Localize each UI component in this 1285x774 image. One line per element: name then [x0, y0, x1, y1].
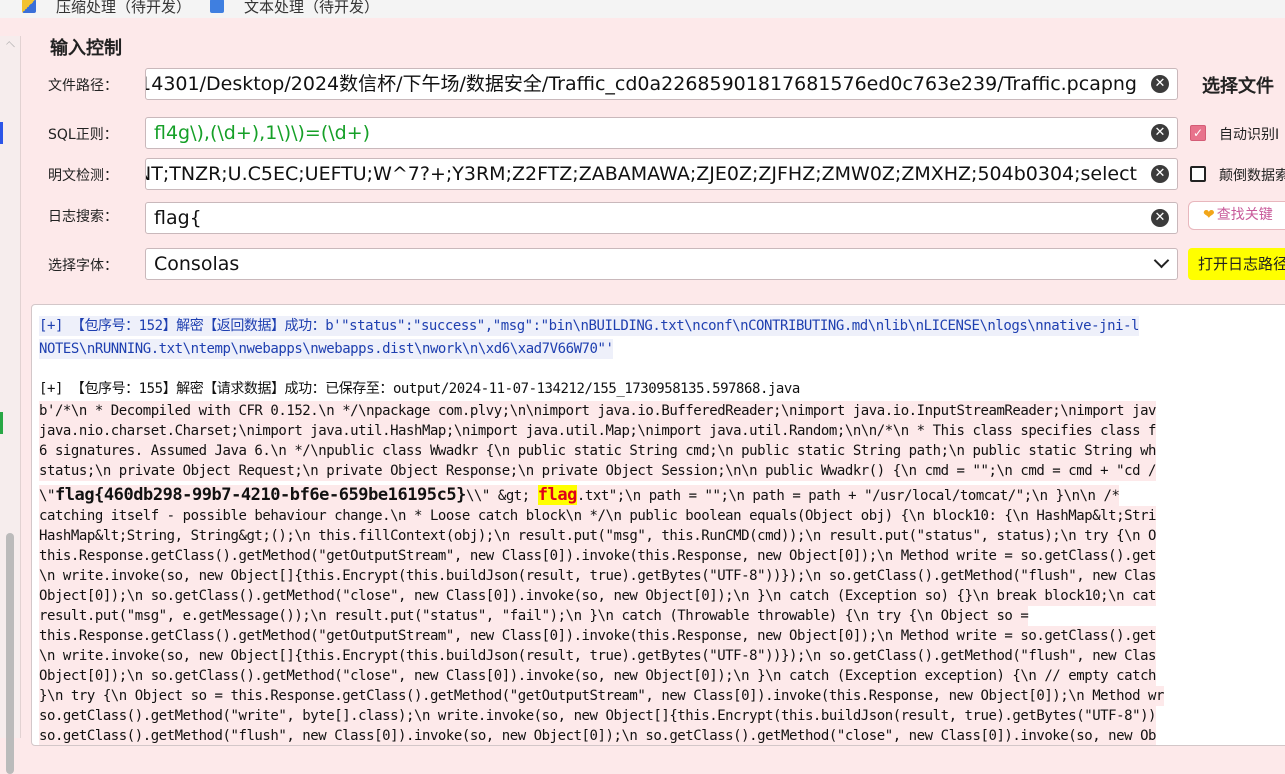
log-line-text: \" [39, 488, 55, 504]
log-line: this.Response.getClass().getMethod("getO… [39, 546, 1156, 566]
auto-identify-checkbox[interactable]: ✓ [1190, 125, 1206, 141]
tab-compress-label: 压缩处理（待开发） [56, 0, 192, 16]
log-line: }\n try {\n Object so = this.Response.ge… [39, 686, 1164, 706]
search-highlight: flag [537, 485, 577, 505]
log-line-text: this.Response.getClass().getMethod("getO… [39, 548, 1157, 564]
log-line: Object[0]);\n so.getClass().getMethod("c… [39, 666, 1156, 686]
log-line: catching itself - possible behaviour cha… [39, 506, 1156, 526]
clear-icon[interactable]: ✕ [1151, 165, 1169, 183]
log-line: result.put("msg", e.getMessage());\n res… [39, 606, 1029, 626]
scroll-up-icon[interactable] [6, 41, 15, 50]
marker-blue [0, 122, 3, 144]
left-scrollbar[interactable] [0, 36, 21, 774]
log-line-text: java.nio.charset.Charset;\nimport java.u… [39, 423, 1157, 439]
file-path-input[interactable]: sers/14301/Desktop/2024数信杯/下午场/数据安全/Traf… [145, 68, 1178, 100]
font-select[interactable]: Consolas [145, 248, 1178, 280]
log-line-text: [+] 【包序号：155】解密【请求数据】成功：已保存至：output/2024… [39, 381, 800, 397]
heart-icon: ❤ [1203, 207, 1215, 223]
log-line-text: \n write.invoke(so, new Object[]{this.En… [39, 568, 1157, 584]
log-line-text: .txt";\n path = "";\n path = path + "/us… [576, 488, 1120, 504]
log-line: Object[0]);\n so.getClass().getMethod("c… [39, 586, 1156, 606]
log-line-text: [+] 【包序号：152】解密【返回数据】成功：b'"status":"succ… [39, 318, 1140, 334]
log-line: this.Response.getClass().getMethod("getO… [39, 626, 1156, 646]
document-icon [210, 0, 224, 13]
reverse-data-label: 颠倒数据索 [1219, 168, 1285, 184]
log-line-text: \n write.invoke(so, new Object[]{this.En… [39, 648, 1157, 664]
clear-icon[interactable]: ✕ [1151, 209, 1169, 227]
log-line: so.getClass().getMethod("flush", new Cla… [39, 726, 1157, 745]
log-line-text: HashMap&lt;String, String&gt;();\n this.… [39, 528, 1157, 544]
find-keyword-button[interactable]: ❤ 查找关键 [1188, 201, 1285, 230]
plain-detect-label: 明文检测： [48, 168, 118, 184]
log-line: NOTES\nRUNNING.txt\ntemp\nwebapps\nwebap… [39, 339, 614, 359]
sql-regex-label: SQL正则： [48, 127, 118, 143]
tab-text[interactable]: 文本处理（待开发） [210, 0, 379, 18]
log-line-text: status;\n private Object Request;\n priv… [39, 463, 1157, 479]
log-search-label: 日志搜索： [48, 209, 118, 225]
log-line-text: catching itself - possible behaviour cha… [39, 508, 1157, 524]
log-line: 6 signatures. Assumed Java 6.\n */\npubl… [39, 441, 1156, 461]
log-search-input[interactable]: flag{ ✕ [145, 202, 1178, 234]
open-log-path-button[interactable]: 打开日志路径 [1188, 248, 1285, 280]
chevron-down-icon [1153, 252, 1170, 269]
reverse-data-checkbox[interactable] [1190, 166, 1206, 182]
font-select-value: Consolas [154, 253, 240, 275]
log-line-text: result.put("msg", e.getMessage());\n res… [39, 608, 1029, 624]
log-line-text: \\" &gt; [465, 488, 538, 504]
log-line: \n write.invoke(so, new Object[]{this.En… [39, 646, 1156, 666]
log-line-text: so.getClass().getMethod("flush", new Cla… [39, 728, 1157, 744]
font-select-label: 选择字体： [48, 258, 118, 274]
log-line-text: 6 signatures. Assumed Java 6.\n */\npubl… [39, 443, 1157, 459]
tab-text-label: 文本处理（待开发） [244, 0, 380, 16]
log-line: [+] 【包序号：152】解密【返回数据】成功：b'"status":"succ… [39, 316, 1139, 336]
clear-icon[interactable]: ✕ [1151, 124, 1169, 142]
plain-detect-input[interactable]: /NT;TNZR;U.C5EC;UEFTU;W^7?+;Y3RM;Z2FTZ;Z… [145, 158, 1178, 190]
clear-icon[interactable]: ✕ [1151, 75, 1169, 93]
log-line-text: Object[0]);\n so.getClass().getMethod("c… [39, 588, 1157, 604]
auto-identify-label: 自动识别I [1219, 127, 1280, 143]
tab-bar: 压缩处理（待开发） 文本处理（待开发） [0, 0, 1285, 18]
section-title: 输入控制 [50, 38, 122, 59]
log-line-text: so.getClass().getMethod("write", byte[].… [39, 708, 1157, 724]
file-path-value: sers/14301/Desktop/2024数信杯/下午场/数据安全/Traf… [145, 73, 1137, 95]
plain-detect-value: /NT;TNZR;U.C5EC;UEFTU;W^7?+;Y3RM;Z2FTZ;Z… [145, 163, 1137, 185]
log-line: [+] 【包序号：155】解密【请求数据】成功：已保存至：output/2024… [39, 379, 800, 399]
choose-file-button[interactable]: 选择文件 [1202, 72, 1274, 98]
log-line-text: this.Response.getClass().getMethod("getO… [39, 628, 1157, 644]
log-line: \n write.invoke(so, new Object[]{this.En… [39, 566, 1156, 586]
tab-compress[interactable]: 压缩处理（待开发） [22, 0, 191, 18]
log-line: java.nio.charset.Charset;\nimport java.u… [39, 421, 1156, 441]
log-line: b'/*\n * Decompiled with CFR 0.152.\n */… [39, 401, 1156, 421]
file-path-label: 文件路径： [48, 78, 118, 94]
sql-regex-input[interactable]: fl4g\),(\d+),1\)\)=(\d+) ✕ [145, 117, 1178, 149]
marker-green [0, 412, 3, 434]
log-line-text: NOTES\nRUNNING.txt\ntemp\nwebapps\nwebap… [39, 341, 614, 357]
log-line-text: Object[0]);\n so.getClass().getMethod("c… [39, 668, 1157, 684]
log-line: status;\n private Object Request;\n priv… [39, 461, 1156, 481]
find-keyword-label: 查找关键 [1216, 207, 1273, 223]
archive-icon [22, 0, 36, 13]
log-line-flag: \"flag{460db298-99b7-4210-bf6e-659be1619… [39, 485, 1120, 506]
log-line: so.getClass().getMethod("write", byte[].… [39, 706, 1156, 726]
log-line-text: b'/*\n * Decompiled with CFR 0.152.\n */… [39, 403, 1157, 419]
flag-value: flag{460db298-99b7-4210-bf6e-659be16195c… [54, 485, 466, 505]
log-line-text: }\n try {\n Object so = this.Response.ge… [39, 688, 1164, 704]
log-output[interactable]: [+] 【包序号：152】解密【返回数据】成功：b'"status":"succ… [31, 304, 1285, 746]
sql-regex-value: fl4g\),(\d+),1\)\)=(\d+) [154, 122, 371, 144]
log-line: HashMap&lt;String, String&gt;();\n this.… [39, 526, 1156, 546]
log-search-value: flag{ [154, 207, 202, 229]
